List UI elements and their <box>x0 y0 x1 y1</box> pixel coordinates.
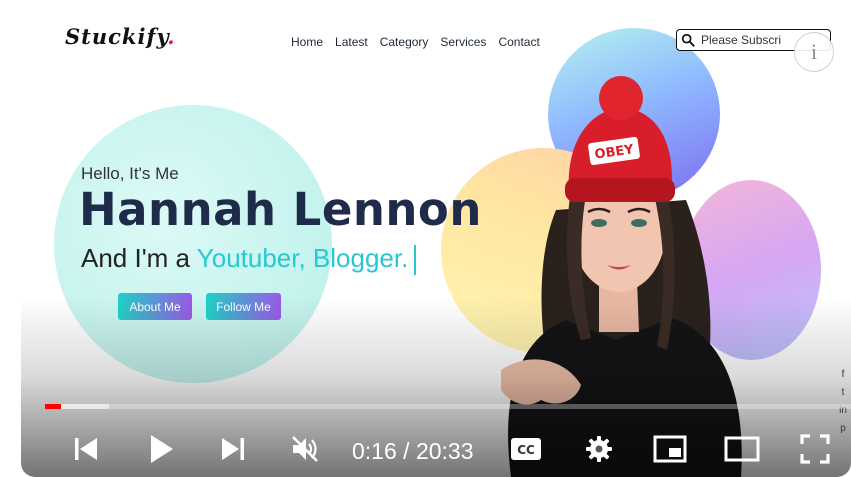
play-icon <box>151 435 173 463</box>
site-logo[interactable]: Stuckify. <box>65 24 176 49</box>
captions-button[interactable]: CC <box>509 424 543 474</box>
next-icon <box>222 438 244 460</box>
facebook-icon[interactable]: f <box>837 368 849 380</box>
fullscreen-button[interactable] <box>797 424 833 474</box>
play-button[interactable] <box>143 424 179 474</box>
settings-button[interactable] <box>581 424 617 474</box>
nav-item-category[interactable]: Category <box>380 35 429 49</box>
progress-bar[interactable] <box>45 404 851 409</box>
video-player[interactable]: Stuckify. Home Latest Category Services … <box>21 0 851 477</box>
time-display: 0:16 / 20:33 <box>352 438 474 465</box>
previous-button[interactable] <box>69 424 103 474</box>
settings-icon <box>586 436 612 462</box>
portrait-image: OBEY <box>501 76 742 477</box>
info-icon: i <box>810 39 818 64</box>
hero-role: And I'm a Youtuber, Blogger. <box>81 243 417 276</box>
nav-item-latest[interactable]: Latest <box>335 35 368 49</box>
progress-played <box>45 404 62 409</box>
hero-greeting: Hello, It's Me <box>81 164 179 183</box>
mute-icon <box>292 436 318 462</box>
info-button[interactable]: i <box>794 32 834 72</box>
theater-mode-button[interactable] <box>723 424 761 474</box>
miniplayer-button[interactable] <box>651 424 689 474</box>
previous-icon <box>75 438 97 460</box>
role-highlight: Youtuber, Blogger. <box>196 243 409 273</box>
role-prefix: And I'm a <box>81 243 197 273</box>
hero-name: Hannah Lennon <box>79 183 482 236</box>
theater-icon <box>724 436 760 462</box>
player-controls: 0:16 / 20:33 CC <box>21 424 851 474</box>
fullscreen-icon <box>800 434 830 464</box>
video-player-frame: Stuckify. Home Latest Category Services … <box>0 0 851 477</box>
miniplayer-icon <box>653 435 687 463</box>
cc-label: CC <box>517 443 535 457</box>
follow-me-button[interactable]: Follow Me <box>206 293 281 320</box>
logo-dot: . <box>167 24 176 49</box>
mute-button[interactable] <box>287 424 323 474</box>
time-total: 20:33 <box>415 438 474 464</box>
typing-caret <box>414 245 417 276</box>
time-current: 0:16 <box>352 438 397 464</box>
next-button[interactable] <box>216 424 250 474</box>
twitter-icon[interactable]: t <box>837 386 849 398</box>
logo-text: Stuckify <box>65 24 168 49</box>
about-me-button[interactable]: About Me <box>118 293 192 320</box>
nav-item-home[interactable]: Home <box>291 35 323 49</box>
cc-icon: CC <box>511 438 541 460</box>
time-separator: / <box>396 438 416 464</box>
